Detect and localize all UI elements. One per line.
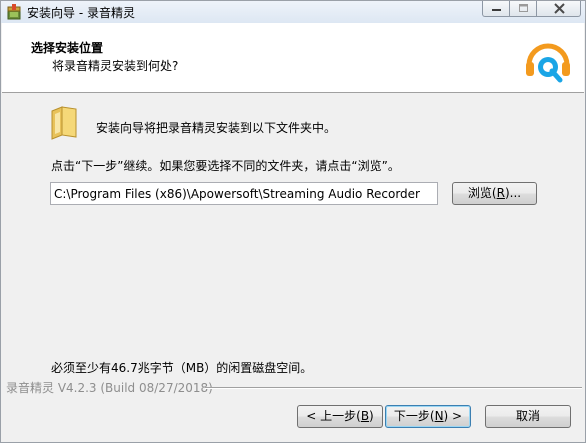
- next-label-pre: 下一步(: [393, 409, 435, 423]
- close-icon: [554, 3, 565, 14]
- cancel-button[interactable]: 取消: [485, 405, 571, 428]
- install-path-input[interactable]: [50, 182, 438, 205]
- browse-accel-key: R: [496, 186, 505, 200]
- page-subtitle: 将录音精灵安装到何处?: [52, 59, 179, 73]
- folder-icon: [51, 106, 77, 140]
- installer-box-icon: [7, 4, 21, 20]
- back-label-post: ): [369, 409, 374, 423]
- maximize-button[interactable]: [509, 1, 537, 17]
- build-info: 录音精灵 V4.2.3 (Build 08/27/2018): [6, 381, 213, 395]
- title-bar[interactable]: 安装向导 - 录音精灵: [1, 1, 585, 23]
- browse-label-pre: 浏览(: [467, 186, 497, 200]
- maximize-icon: [519, 4, 528, 12]
- intro-text: 安装向导将把录音精灵安装到以下文件夹中。: [96, 121, 337, 135]
- footer-divider: [205, 387, 582, 389]
- back-button[interactable]: < 上一步(B): [297, 405, 383, 428]
- minimize-icon: [492, 9, 501, 11]
- disk-space-note: 必须至少有46.7兆字节（MB）的闲置磁盘空间。: [51, 361, 313, 375]
- close-button[interactable]: [536, 1, 581, 17]
- back-label-pre: < 上一步(: [306, 409, 361, 423]
- instruction-text: 点击“下一步”继续。如果您要选择不同的文件夹，请点击“浏览”。: [51, 159, 400, 173]
- page-title: 选择安装位置: [31, 41, 104, 55]
- installer-window: 安装向导 - 录音精灵 选择安装位置 将录音精灵安装到何处? 安装向导将把录音精…: [0, 0, 586, 443]
- wizard-header: 选择安装位置 将录音精灵安装到何处?: [2, 23, 584, 93]
- next-button[interactable]: 下一步(N) >: [385, 405, 471, 428]
- headphones-search-logo: [526, 43, 570, 83]
- window-title: 安装向导 - 录音精灵: [27, 6, 135, 20]
- next-label-post: ) >: [443, 409, 463, 423]
- next-accel-key: N: [434, 409, 444, 423]
- back-accel-key: B: [360, 409, 370, 423]
- minimize-button[interactable]: [482, 1, 510, 17]
- browse-button[interactable]: 浏览(R)...: [452, 182, 537, 205]
- browse-label-post: )...: [504, 186, 522, 200]
